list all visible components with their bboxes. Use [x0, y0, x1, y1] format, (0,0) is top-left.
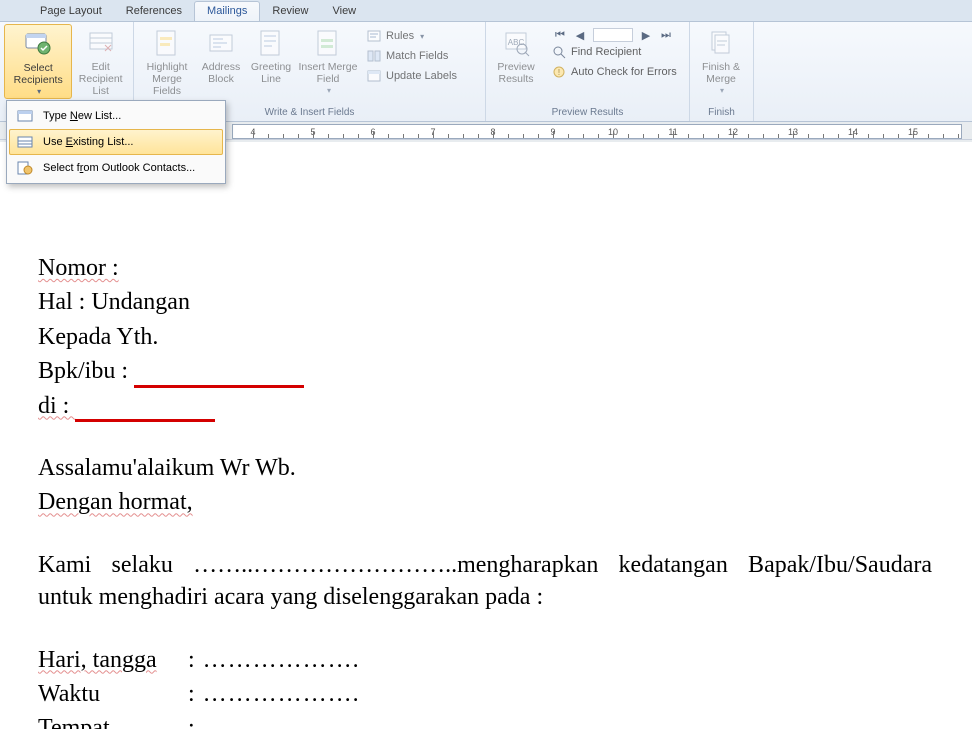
group-finish: Finish & Merge ▾ Finish [690, 22, 754, 121]
group-label-finish: Finish [694, 105, 749, 119]
doc-tempat-dots: :……………….. [188, 715, 360, 729]
next-record-button[interactable]: ▶ [639, 29, 653, 42]
rules-label: Rules [386, 30, 414, 42]
menu-use-existing-label: Use Existing List... [43, 136, 134, 148]
doc-nomor: Nomor : [38, 255, 119, 281]
doc-tempat: Tempat [38, 715, 110, 729]
finish-merge-icon [705, 27, 737, 59]
rules-icon [366, 28, 382, 44]
update-labels-icon [366, 68, 382, 84]
use-existing-list-icon [15, 133, 35, 151]
edit-recipient-list-button[interactable]: Edit Recipient List [72, 24, 129, 97]
doc-kepada: Kepada Yth. [38, 321, 932, 353]
record-navigation: ⏮ ◀ ▶ ⏭ [547, 24, 681, 42]
highlight-merge-fields-icon [151, 27, 183, 59]
update-labels-button[interactable]: Update Labels [362, 66, 461, 86]
greeting-line-icon [255, 27, 287, 59]
first-record-button[interactable]: ⏮ [553, 29, 567, 42]
tab-references[interactable]: References [114, 2, 194, 21]
doc-waktu: Waktu [38, 678, 188, 710]
select-recipients-label: Select Recipients [14, 62, 63, 86]
insert-merge-field-icon [312, 27, 344, 59]
match-fields-label: Match Fields [386, 50, 448, 62]
select-recipients-menu: Type New List... Use Existing List... Se… [6, 100, 226, 184]
select-recipients-button[interactable]: Select Recipients ▾ [4, 24, 72, 99]
menu-select-from-outlook[interactable]: Select from Outlook Contacts... [9, 155, 223, 181]
preview-results-button[interactable]: ABC Preview Results [490, 24, 542, 85]
rules-button[interactable]: Rules ▾ [362, 26, 461, 46]
dropdown-caret-icon: ▾ [37, 86, 41, 98]
edit-recipient-list-icon [85, 27, 117, 59]
type-new-list-icon [15, 107, 35, 125]
menu-outlook-label: Select from Outlook Contacts... [43, 162, 195, 174]
tab-review[interactable]: Review [260, 2, 320, 21]
group-label-preview: Preview Results [490, 105, 685, 119]
address-block-label: Address Block [202, 61, 241, 85]
auto-check-icon: ! [551, 64, 567, 80]
match-fields-button[interactable]: Match Fields [362, 46, 461, 66]
doc-hal: Hal : Undangan [38, 286, 932, 318]
outlook-contacts-icon [15, 159, 35, 177]
auto-check-label: Auto Check for Errors [571, 66, 677, 78]
update-labels-label: Update Labels [386, 70, 457, 82]
insert-merge-field-button[interactable]: Insert Merge Field ▾ [296, 24, 360, 97]
edit-recipient-list-label: Edit Recipient List [74, 61, 127, 97]
svg-text:ABC: ABC [508, 38, 525, 47]
group-preview-results: ABC Preview Results ⏮ ◀ ▶ ⏭ Find Recipie… [486, 22, 690, 121]
merge-field-name-placeholder [134, 359, 304, 388]
ribbon-tabs: Page Layout References Mailings Review V… [0, 0, 972, 22]
highlight-merge-fields-button[interactable]: Highlight Merge Fields [138, 24, 196, 97]
doc-paragraph: Kami selaku ……..……………………..mengharapkan k… [38, 549, 932, 614]
insert-merge-field-label: Insert Merge Field [299, 61, 358, 85]
doc-salam: Assalamu'alaikum Wr Wb. [38, 452, 932, 484]
horizontal-ruler[interactable]: 456789101112131415 [232, 124, 962, 139]
match-fields-icon [366, 48, 382, 64]
doc-hari-dots: : ………………. [188, 647, 360, 673]
find-recipient-button[interactable]: Find Recipient [547, 42, 681, 62]
dropdown-caret-icon: ▾ [420, 32, 424, 41]
highlight-merge-fields-label: Highlight Merge Fields [140, 61, 194, 97]
doc-waktu-dots: : ………………. [188, 681, 360, 707]
greeting-line-button[interactable]: Greeting Line [246, 24, 296, 85]
doc-hari: Hari, tangga [38, 647, 157, 673]
merge-field-address-placeholder [75, 393, 215, 422]
auto-check-errors-button[interactable]: ! Auto Check for Errors [547, 62, 681, 82]
menu-type-new-label: Type New List... [43, 110, 121, 122]
finish-merge-button[interactable]: Finish & Merge ▾ [694, 24, 748, 97]
select-recipients-icon [22, 28, 54, 60]
greeting-line-label: Greeting Line [251, 61, 291, 85]
dropdown-caret-icon: ▾ [720, 85, 724, 97]
document-page[interactable]: Nomor : Hal : Undangan Kepada Yth. Bpk/i… [0, 142, 972, 729]
doc-hormat: Dengan hormat, [38, 489, 193, 515]
preview-results-label: Preview Results [497, 61, 534, 85]
address-block-icon [205, 27, 237, 59]
tab-view[interactable]: View [320, 2, 368, 21]
menu-use-existing-list[interactable]: Use Existing List... [9, 129, 223, 155]
menu-type-new-list[interactable]: Type New List... [9, 103, 223, 129]
svg-text:!: ! [558, 68, 560, 77]
record-number-field[interactable] [593, 28, 633, 42]
doc-bpkibu: Bpk/ibu : [38, 358, 134, 384]
find-recipient-label: Find Recipient [571, 46, 641, 58]
address-block-button[interactable]: Address Block [196, 24, 246, 85]
preview-results-icon: ABC [500, 27, 532, 59]
finish-merge-label: Finish & Merge [702, 61, 740, 85]
dropdown-caret-icon: ▾ [327, 85, 331, 97]
last-record-button[interactable]: ⏭ [659, 29, 673, 42]
tab-page-layout[interactable]: Page Layout [28, 2, 114, 21]
tab-mailings[interactable]: Mailings [194, 1, 260, 21]
doc-di: di : [38, 393, 75, 419]
find-recipient-icon [551, 44, 567, 60]
prev-record-button[interactable]: ◀ [573, 29, 587, 42]
